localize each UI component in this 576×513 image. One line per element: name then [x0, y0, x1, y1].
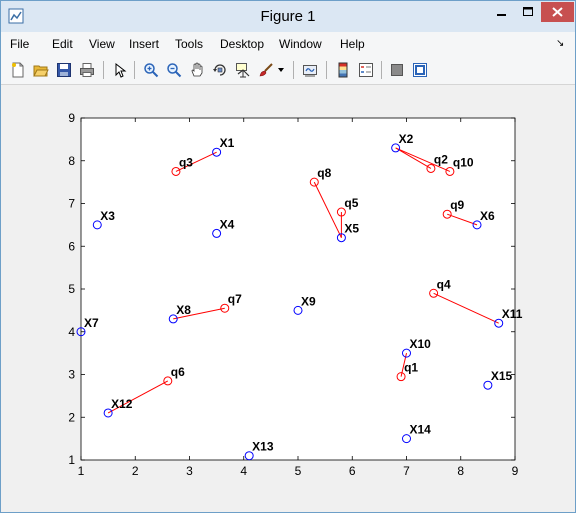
scatter-plot[interactable]: 1 2 3 4 5 6 7 8 9 1 2 3 4 5 6 7 8 9 X1 X2 X3 X4 X5 X6 X7 X8 X9 X10…	[7, 86, 569, 506]
point-label: q3	[179, 155, 193, 169]
point-label: X14	[410, 423, 432, 437]
link-plot-icon[interactable]	[299, 59, 321, 81]
x-tick-label: 9	[512, 464, 519, 478]
pan-icon[interactable]	[186, 59, 208, 81]
point-label: X11	[502, 307, 523, 321]
toolbar-separator	[326, 61, 327, 79]
toolbar-separator	[134, 61, 135, 79]
point-label: q9	[450, 198, 464, 212]
menu-window[interactable]: Window	[279, 37, 322, 51]
point-label: q6	[171, 365, 185, 379]
x-tick-label: 6	[349, 464, 356, 478]
point-label: q2	[434, 152, 448, 166]
point-label: X5	[344, 222, 359, 236]
toolbar-separator	[103, 61, 104, 79]
menu-desktop[interactable]: Desktop	[220, 37, 264, 51]
brush-icon[interactable]	[255, 59, 277, 81]
point-label: q10	[453, 155, 474, 169]
x-tick-label: 5	[295, 464, 302, 478]
hide-plot-tools-icon[interactable]	[386, 59, 408, 81]
menu-bar: File Edit View Insert Tools Desktop Wind…	[1, 32, 575, 56]
point-label: X10	[410, 337, 432, 351]
point-label: q4	[437, 277, 451, 291]
menu-edit[interactable]: Edit	[52, 37, 73, 51]
menu-tools[interactable]: Tools	[175, 37, 203, 51]
new-figure-icon[interactable]	[7, 59, 29, 81]
y-tick-label: 6	[68, 239, 75, 253]
menu-insert[interactable]: Insert	[129, 37, 159, 51]
y-tick-label: 8	[68, 154, 75, 168]
x-tick-label: 2	[132, 464, 139, 478]
data-cursor-icon[interactable]	[232, 59, 254, 81]
edit-plot-icon[interactable]	[109, 59, 131, 81]
x-tick-label: 1	[78, 464, 85, 478]
point-label: X7	[84, 316, 99, 330]
rotate-3d-icon[interactable]	[209, 59, 231, 81]
minimize-button[interactable]	[488, 2, 515, 22]
toolbar-separator	[381, 61, 382, 79]
figure-toolbar	[1, 56, 575, 85]
point-label: X1	[220, 136, 235, 150]
menu-view[interactable]: View	[89, 37, 115, 51]
x-tick-label: 7	[403, 464, 410, 478]
y-tick-label: 1	[68, 453, 75, 467]
y-tick-label: 9	[68, 111, 75, 125]
maximize-button[interactable]	[515, 2, 541, 22]
menu-help[interactable]: Help	[340, 37, 365, 51]
point-label: X13	[252, 440, 274, 454]
zoom-in-icon[interactable]	[140, 59, 162, 81]
point-label: X15	[491, 369, 513, 383]
x-tick-label: 3	[186, 464, 193, 478]
point-label: X9	[301, 294, 316, 308]
y-tick-label: 2	[68, 410, 75, 424]
y-tick-label: 5	[68, 282, 75, 296]
figure-window: Figure 1 File Edit View Insert Tools Des…	[0, 0, 576, 513]
title-bar[interactable]: Figure 1	[1, 1, 575, 32]
dock-arrow-icon[interactable]: ↘	[556, 38, 564, 49]
point-label: q1	[404, 361, 418, 375]
point-label: q7	[228, 292, 242, 306]
point-label: q5	[344, 196, 358, 210]
point-label: X6	[480, 209, 495, 223]
insert-legend-icon[interactable]	[355, 59, 377, 81]
y-tick-label: 7	[68, 197, 75, 211]
point-label: X8	[176, 303, 191, 317]
brush-dropdown-icon[interactable]	[275, 59, 287, 81]
point-label: X4	[220, 217, 235, 231]
insert-colorbar-icon[interactable]	[332, 59, 354, 81]
point-label: X3	[100, 209, 115, 223]
print-icon[interactable]	[76, 59, 98, 81]
point-label: X12	[111, 397, 133, 411]
menu-file[interactable]: File	[10, 37, 29, 51]
show-plot-tools-icon[interactable]	[409, 59, 431, 81]
point-label: X2	[399, 132, 414, 146]
figure-canvas: 1 2 3 4 5 6 7 8 9 1 2 3 4 5 6 7 8 9 X1 X2 X3 X4 X5 X6 X7 X8 X9 X10…	[7, 86, 569, 506]
y-tick-label: 4	[68, 325, 75, 339]
x-tick-label: 4	[240, 464, 247, 478]
open-file-icon[interactable]	[30, 59, 52, 81]
zoom-out-icon[interactable]	[163, 59, 185, 81]
close-button[interactable]	[541, 2, 574, 22]
y-tick-label: 3	[68, 368, 75, 382]
save-icon[interactable]	[53, 59, 75, 81]
toolbar-separator	[293, 61, 294, 79]
x-tick-label: 8	[457, 464, 464, 478]
point-label: q8	[317, 166, 331, 180]
